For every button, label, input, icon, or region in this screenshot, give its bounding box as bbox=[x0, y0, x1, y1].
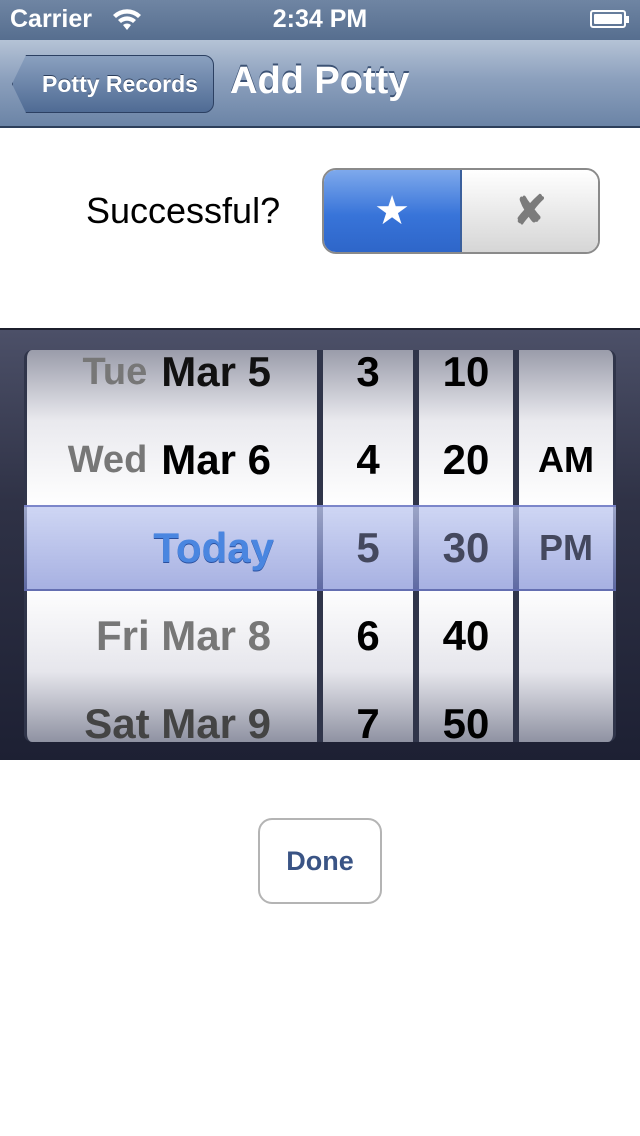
navigation-bar: Potty Records Add Potty bbox=[0, 40, 640, 128]
star-icon: ★ bbox=[374, 189, 410, 233]
success-yes-segment[interactable]: ★ bbox=[324, 170, 462, 252]
picker-row: Wed Mar 6 bbox=[67, 436, 271, 483]
picker-row: 20 bbox=[442, 436, 490, 483]
picker-row: 40 bbox=[442, 612, 490, 659]
picker-row: Fri Mar 8 bbox=[95, 612, 271, 659]
successful-label: Successful? bbox=[86, 190, 281, 231]
page-title: Add Potty bbox=[230, 60, 410, 102]
selected-minute: 30 bbox=[442, 524, 490, 571]
status-bar: Carrier 2:34 PM bbox=[0, 0, 640, 40]
picker-row: 50 bbox=[442, 700, 490, 742]
done-button[interactable]: Done bbox=[258, 818, 382, 904]
picker-row: Sat Mar 9 bbox=[84, 700, 271, 742]
picker-row: 7 bbox=[356, 700, 380, 742]
picker-row: AM bbox=[538, 439, 594, 480]
selected-hour: 5 bbox=[356, 524, 380, 571]
picker-row: 6 bbox=[356, 612, 380, 659]
date-time-picker: Tue Mar 5 Wed Mar 6 Fri Mar 8 Sat Mar 9 … bbox=[0, 328, 640, 760]
selected-date: Today bbox=[153, 524, 274, 571]
battery-icon bbox=[590, 10, 629, 28]
picker-row: 3 bbox=[356, 350, 380, 395]
selected-ampm: PM bbox=[539, 527, 593, 568]
success-segmented-control: ★ ✘ bbox=[322, 168, 600, 254]
x-icon: ✘ bbox=[513, 189, 547, 233]
picker-row: 4 bbox=[356, 436, 380, 483]
back-button[interactable]: Potty Records bbox=[12, 55, 214, 113]
picker-row: Tue Mar 5 bbox=[82, 350, 271, 395]
clock: 2:34 PM bbox=[272, 5, 368, 33]
picker-row: 10 bbox=[442, 350, 490, 395]
success-no-segment[interactable]: ✘ bbox=[462, 170, 598, 252]
